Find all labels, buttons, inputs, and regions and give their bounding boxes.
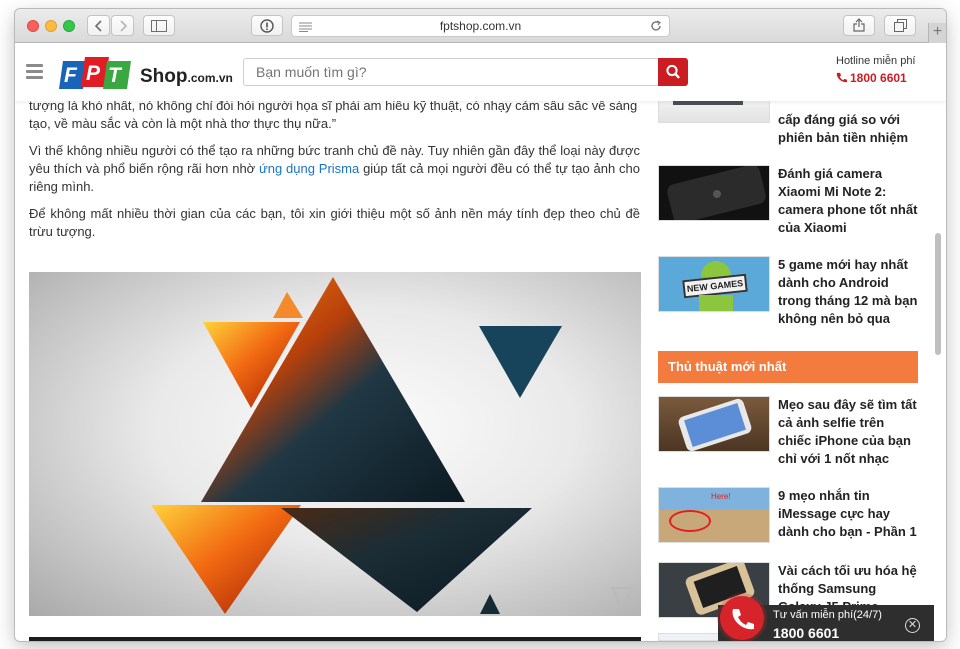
- call-button[interactable]: [720, 596, 764, 640]
- hotline-number[interactable]: 1800 6601: [836, 71, 907, 85]
- search-icon: [666, 64, 680, 79]
- teal-triangle: [479, 326, 562, 398]
- large-triangle: [201, 277, 465, 502]
- browser-toolbar: fptshop.com.vn +: [15, 9, 946, 43]
- share-icon: [853, 18, 865, 32]
- phone-icon: [836, 72, 847, 83]
- shield-info-icon: [260, 19, 274, 33]
- reload-icon[interactable]: [650, 20, 662, 32]
- zoom-window-button[interactable]: [63, 20, 75, 32]
- search-button[interactable]: [658, 58, 688, 86]
- small-triangle: [273, 292, 303, 318]
- article-quote: tượng là khó nhất, nó không chỉ đòi hỏi …: [29, 97, 640, 133]
- url-text: fptshop.com.vn: [439, 19, 522, 33]
- fpt-logo[interactable]: F P T: [57, 53, 135, 93]
- fpt-logo-mark: F P T: [59, 57, 131, 89]
- minimize-window-button[interactable]: [45, 20, 57, 32]
- shop-text: Shop: [140, 66, 188, 87]
- section-heading: Thủ thuật mới nhất: [658, 351, 918, 383]
- hotline-number-text: 1800 6601: [850, 71, 907, 85]
- forward-button[interactable]: [111, 15, 134, 36]
- share-button[interactable]: [843, 15, 875, 36]
- related-article-title[interactable]: cấp đáng giá so với phiên bản tiền nhiệm: [778, 111, 918, 147]
- page-content: tượng là khó nhất, nó không chỉ đòi hỏi …: [15, 43, 946, 641]
- article-thumbnail: Here!: [658, 487, 770, 543]
- reader-icon: [299, 22, 312, 32]
- abstract-triangles-art: [151, 277, 634, 614]
- site-header: F P T Shop.com.vn Hotline miễn phí 1800 …: [15, 43, 946, 101]
- article-quote-line-2: tạo, về màu sắc và còn là một nhà thơ th…: [29, 116, 337, 131]
- logo-letter-t: T: [108, 64, 123, 87]
- tabs-icon: [893, 19, 907, 32]
- tabs-overview-button[interactable]: [884, 15, 916, 36]
- article-paragraph: Để không mất nhiều thời gian của các bạn…: [29, 206, 640, 239]
- search-input[interactable]: [243, 58, 659, 86]
- sidebar-toggle-button[interactable]: [143, 15, 175, 36]
- logo-letter-f: F: [64, 64, 78, 87]
- plus-icon: +: [932, 23, 943, 40]
- chevron-right-icon: [119, 20, 127, 32]
- prisma-link[interactable]: ứng dụng Prisma: [259, 161, 359, 176]
- article-body: tượng là khó nhất, nó không chỉ đòi hỏi …: [29, 97, 640, 250]
- related-article-title[interactable]: 5 game mới hay nhất dành cho Android tro…: [778, 256, 918, 328]
- related-article-title[interactable]: Đánh giá camera Xiaomi Mi Note 2: camera…: [778, 165, 918, 237]
- chevron-left-icon: [94, 20, 102, 32]
- address-bar[interactable]: fptshop.com.vn: [291, 15, 670, 37]
- hotline-label: Hotline miễn phí: [836, 55, 916, 67]
- shop-wordmark[interactable]: Shop.com.vn: [140, 66, 233, 88]
- article-thumbnail: [658, 165, 770, 221]
- fire-triangle-bottom: [151, 505, 301, 614]
- tiny-triangle: [480, 594, 500, 614]
- article-hero-image: [29, 272, 641, 616]
- privacy-report-button[interactable]: [251, 15, 283, 36]
- sidebar-icon: [151, 20, 167, 32]
- browser-window: fptshop.com.vn + tượng là khó nhất, nó k…: [15, 9, 946, 641]
- article-thumbnail: [658, 396, 770, 452]
- call-widget-label: Tư vấn miễn phí(24/7): [773, 609, 882, 621]
- phone-icon: [732, 609, 754, 630]
- close-window-button[interactable]: [27, 20, 39, 32]
- space-triangle-bottom: [281, 508, 532, 612]
- next-image-edge: [29, 637, 641, 641]
- article-paragraph: Vì thế không nhiều người có thể tạo ra n…: [29, 142, 640, 196]
- new-tab-button[interactable]: +: [928, 23, 946, 43]
- menu-icon[interactable]: [26, 64, 43, 80]
- tip-article-title[interactable]: 9 mẹo nhắn tin iMessage cực hay dành cho…: [778, 487, 918, 541]
- tip-article-title[interactable]: Mẹo sau đây sẽ tìm tất cả ảnh selfie trê…: [778, 396, 918, 468]
- article-thumbnail: NEW GAMES: [658, 256, 770, 312]
- close-icon[interactable]: ✕: [905, 618, 920, 633]
- shop-domain: .com.vn: [187, 71, 233, 85]
- call-widget-number: 1800 6601: [773, 625, 840, 641]
- logo-letter-p: P: [86, 62, 101, 85]
- here-label: Here!: [711, 492, 731, 501]
- page-scrollbar[interactable]: [935, 233, 941, 355]
- back-button[interactable]: [87, 15, 110, 36]
- watermark-logo: [610, 587, 634, 611]
